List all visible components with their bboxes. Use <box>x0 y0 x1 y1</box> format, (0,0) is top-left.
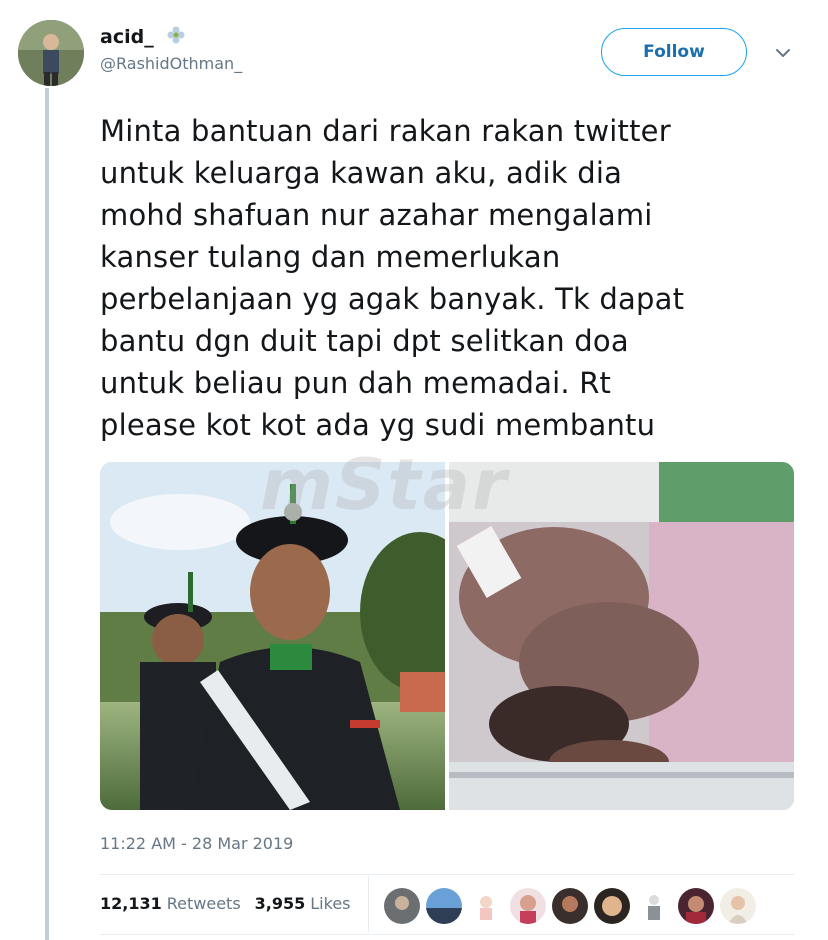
likes-label: Likes <box>310 894 351 913</box>
thread-line <box>45 88 49 940</box>
liker-avatar[interactable] <box>426 888 462 924</box>
liker-avatar[interactable] <box>594 888 630 924</box>
divider <box>100 874 794 875</box>
follow-button[interactable]: Follow <box>601 28 747 76</box>
watermark: mStar <box>260 444 509 526</box>
likes-stat[interactable]: 3,955 Likes <box>255 894 351 913</box>
tweet-stats: 12,131 Retweets 3,955 Likes <box>100 894 351 913</box>
display-name[interactable]: acid_ <box>100 26 154 48</box>
user-name-block: acid_ @RashidOthman_ <box>100 24 242 73</box>
liker-avatar[interactable] <box>720 888 756 924</box>
divider <box>368 876 369 932</box>
liker-avatar[interactable] <box>468 888 504 924</box>
flower-icon <box>165 24 187 50</box>
likes-count: 3,955 <box>254 894 306 913</box>
retweets-stat[interactable]: 12,131 Retweets <box>100 894 241 913</box>
retweets-label: Retweets <box>166 894 241 913</box>
liker-avatar[interactable] <box>678 888 714 924</box>
liker-avatars <box>384 888 756 924</box>
tweet-text: Minta bantuan dari rakan rakan twitter u… <box>100 114 685 442</box>
avatar[interactable] <box>18 20 84 86</box>
chevron-down-icon[interactable] <box>772 42 794 64</box>
user-handle[interactable]: @RashidOthman_ <box>100 54 242 73</box>
liker-avatar[interactable] <box>384 888 420 924</box>
liker-avatar[interactable] <box>510 888 546 924</box>
liker-avatar[interactable] <box>636 888 672 924</box>
retweets-count: 12,131 <box>100 894 162 913</box>
tweet-timestamp[interactable]: 11:22 AM - 28 Mar 2019 <box>100 834 293 853</box>
divider <box>100 934 794 935</box>
liker-avatar[interactable] <box>552 888 588 924</box>
